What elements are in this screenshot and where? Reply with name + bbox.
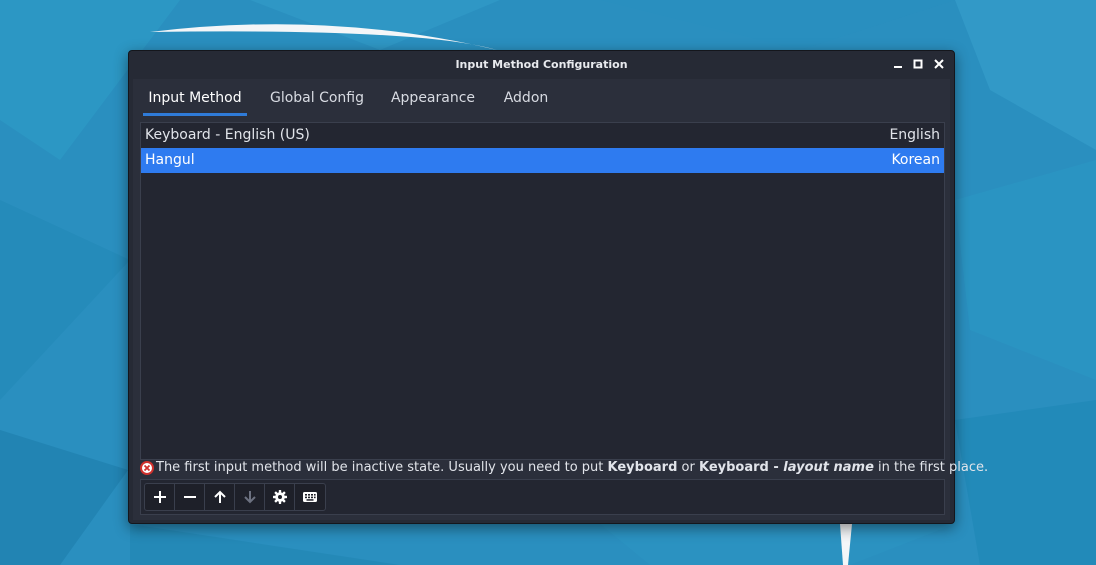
tab-global-config[interactable]: Global Config — [261, 88, 373, 116]
warning-keyword-italic: layout name — [783, 460, 874, 475]
gear-icon — [272, 490, 287, 504]
arrow-down-icon — [243, 491, 256, 504]
warning-keyword: Keyboard — [607, 460, 678, 475]
config-content: Input Method Global Config Appearance Ad… — [133, 79, 988, 520]
warning-text: in the first place. — [873, 460, 989, 475]
input-method-name: Keyboard - English (US) — [145, 127, 310, 143]
maximize-icon[interactable] — [911, 57, 925, 71]
minus-icon — [183, 496, 196, 498]
move-up-button[interactable] — [205, 484, 235, 510]
tab-addon[interactable]: Addon — [495, 88, 557, 116]
warning-keyword: Keyboard - — [698, 460, 784, 475]
tab-label: Input Method — [148, 90, 242, 106]
warning-message: The first input method will be inactive … — [140, 459, 988, 477]
tab-appearance[interactable]: Appearance — [385, 88, 481, 116]
warning-text: The first input method will be inactive … — [156, 460, 608, 475]
input-method-name: Hangul — [145, 152, 195, 168]
input-method-language: Korean — [891, 152, 940, 168]
arrow-up-icon — [213, 490, 226, 503]
tab-label: Global Config — [269, 90, 365, 106]
add-button[interactable] — [145, 484, 175, 510]
warning-text: or — [677, 460, 699, 475]
remove-button[interactable] — [175, 484, 205, 510]
tab-bar: Input Method Global Config Appearance Ad… — [133, 79, 950, 116]
window-title: Input Method Configuration — [455, 58, 628, 71]
list-item[interactable]: Hangul Korean — [141, 148, 944, 173]
input-method-language: English — [889, 127, 940, 143]
warning-icon — [140, 460, 154, 475]
plus-icon — [153, 491, 166, 503]
move-down-button[interactable] — [235, 484, 265, 510]
input-method-toolbar — [144, 483, 326, 511]
minimize-icon[interactable] — [891, 57, 905, 71]
close-icon[interactable] — [932, 57, 946, 71]
input-method-config-window: Input Method Configuration Input Method … — [128, 50, 988, 524]
input-method-list[interactable]: Keyboard - English (US) English Hangul K… — [140, 122, 945, 460]
keyboard-layout-button[interactable] — [295, 484, 325, 510]
active-tab-indicator — [143, 113, 247, 116]
toolbar-panel — [140, 479, 945, 515]
tab-input-method[interactable]: Input Method — [143, 88, 247, 116]
tab-label: Addon — [503, 90, 549, 106]
keyboard-icon — [303, 492, 317, 502]
list-item[interactable]: Keyboard - English (US) English — [141, 123, 944, 148]
titlebar[interactable]: Input Method Configuration — [129, 51, 954, 79]
tab-label: Appearance — [390, 90, 476, 106]
configure-button[interactable] — [265, 484, 295, 510]
